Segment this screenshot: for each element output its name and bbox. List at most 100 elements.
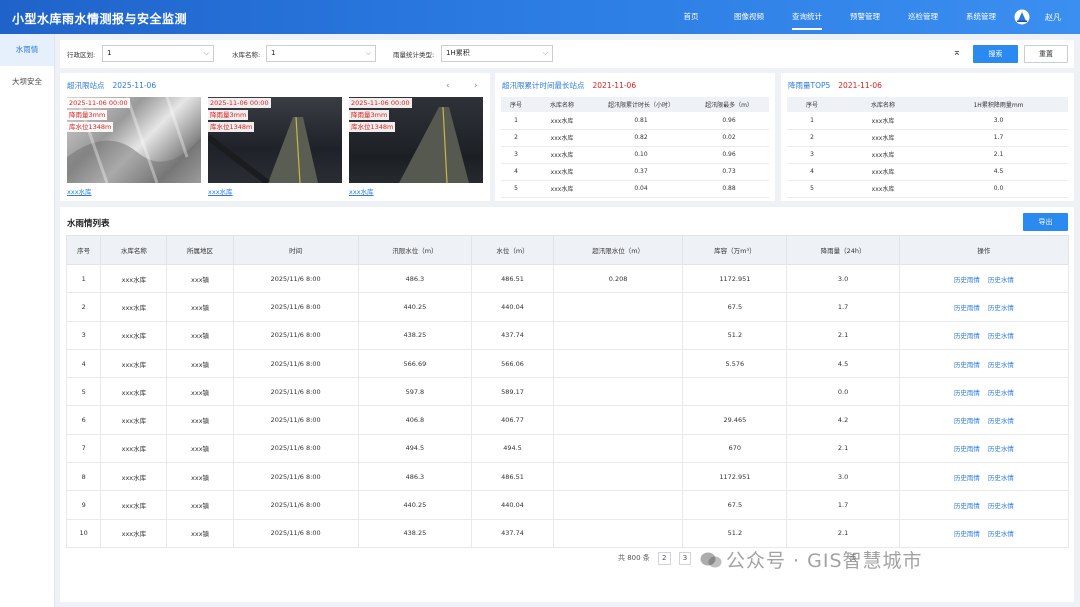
rain-type-select[interactable]: 1H累积 ⌵ bbox=[441, 45, 553, 62]
filter-bar: 行政区划: 1 ⌵ 水库名称: 1 ⌵ 雨量统计类型: 1H累积 ⌵ ⌅ 搜索 … bbox=[60, 40, 1074, 68]
table-cell: 4 bbox=[65, 348, 102, 379]
row-actions: 历史雨情 历史水情 bbox=[898, 405, 1070, 435]
page-3-button[interactable]: 3 bbox=[678, 552, 692, 565]
nav-query-stats[interactable]: 查询统计 bbox=[784, 0, 830, 34]
site-photo[interactable]: 2025-11-06 00:00 降雨量3mm 库水位1348m bbox=[349, 97, 483, 183]
history-rain-link[interactable]: 历史雨情 bbox=[954, 417, 980, 425]
history-rain-link[interactable]: 历史雨情 bbox=[954, 530, 980, 538]
sidebar-item-rain-water[interactable]: 水雨情 bbox=[0, 34, 54, 66]
photo-level: 库水位1348m bbox=[349, 122, 396, 132]
search-button[interactable]: 搜索 bbox=[973, 45, 1018, 63]
nav-inspection[interactable]: 巡检管理 bbox=[900, 0, 946, 34]
table-cell: 2025/11/6 8:00 bbox=[232, 263, 359, 294]
table-cell: xxx水库 bbox=[100, 518, 168, 548]
export-button[interactable]: 导出 bbox=[1023, 213, 1068, 231]
history-water-link[interactable]: 历史水情 bbox=[988, 474, 1014, 482]
table-cell: xxx镇 bbox=[166, 405, 234, 435]
site-photo[interactable]: 2025-11-06 00:00 降雨量3mm 库水位1348m bbox=[67, 97, 201, 183]
col-header: 水库名称 bbox=[100, 235, 168, 265]
photo-rain: 降雨量3mm bbox=[67, 110, 108, 120]
table-cell bbox=[552, 292, 684, 322]
table-cell: 0.73 bbox=[689, 163, 769, 181]
history-rain-link[interactable]: 历史雨情 bbox=[954, 304, 980, 312]
reset-button[interactable]: 重置 bbox=[1024, 45, 1068, 63]
rain-top5-row: 3 xxx水库 2.1 bbox=[787, 146, 1068, 164]
col-header: 序号 bbox=[501, 97, 531, 112]
table-row: 8 xxx水库 xxx镇 2025/11/6 8:00 486.3 486.51 1172.… bbox=[65, 462, 1070, 492]
history-rain-link[interactable]: 历史雨情 bbox=[954, 502, 980, 510]
rain-top5-row: 2 xxx水库 1.7 bbox=[787, 129, 1068, 147]
table-cell: 437.74 bbox=[471, 320, 554, 350]
next-arrow-icon[interactable]: › bbox=[474, 81, 478, 91]
table-cell: 6 bbox=[65, 405, 102, 435]
table-cell: 1172.951 bbox=[682, 263, 788, 294]
table-cell: 29.465 bbox=[682, 405, 788, 435]
photo-reservoir-link[interactable]: xxx水库 bbox=[349, 186, 374, 196]
table-cell: 2025/11/6 8:00 bbox=[232, 405, 359, 435]
table-cell: 2025/11/6 8:00 bbox=[232, 348, 359, 379]
panel-title: 超汛限站点 2025-11-06 bbox=[67, 80, 156, 91]
table-cell: 3.0 bbox=[786, 462, 900, 492]
panel-date: 2025-11-06 bbox=[112, 81, 157, 90]
history-water-link[interactable]: 历史水情 bbox=[988, 530, 1014, 538]
table-row: 9 xxx水库 xxx镇 2025/11/6 8:00 440.25 440.04 67.5… bbox=[65, 490, 1070, 520]
history-water-link[interactable]: 历史水情 bbox=[988, 502, 1014, 510]
history-rain-link[interactable]: 历史雨情 bbox=[954, 389, 980, 397]
row-actions: 历史雨情 历史水情 bbox=[898, 320, 1070, 350]
user-avatar-icon[interactable] bbox=[1014, 9, 1030, 25]
nav-warning[interactable]: 预警管理 bbox=[842, 0, 888, 34]
water-rain-table: 序号 水库名称 所属地区 时间 汛限水位（m） 水位（m） 超汛限水位（m） 库容（万m³）降… bbox=[65, 235, 1070, 548]
row-actions: 历史雨情 历史水情 bbox=[898, 462, 1070, 492]
reservoir-select[interactable]: 1 ⌵ bbox=[266, 45, 376, 62]
history-rain-link[interactable]: 历史雨情 bbox=[954, 276, 980, 284]
table-cell bbox=[552, 348, 684, 379]
history-rain-link[interactable]: 历史雨情 bbox=[954, 474, 980, 482]
history-rain-link[interactable]: 历史雨情 bbox=[954, 332, 980, 340]
history-rain-link[interactable]: 历史雨情 bbox=[954, 445, 980, 453]
table-cell: 9 bbox=[65, 490, 102, 520]
photo-reservoir-link[interactable]: xxx水库 bbox=[67, 186, 92, 196]
nav-home[interactable]: 首页 bbox=[668, 0, 714, 34]
table-cell: 4 bbox=[501, 163, 531, 181]
table-row: 1 xxx水库 xxx镇 2025/11/6 8:00 486.3 486.51 0.208… bbox=[65, 263, 1070, 294]
col-header: 水库名称 bbox=[531, 97, 593, 112]
region-select[interactable]: 1 ⌵ bbox=[102, 45, 214, 62]
table-cell: 486.3 bbox=[357, 263, 473, 294]
table-cell: 7 bbox=[65, 433, 102, 464]
table-cell: xxx镇 bbox=[166, 292, 234, 322]
table-cell: 4.5 bbox=[786, 348, 900, 379]
photo-reservoir-link[interactable]: xxx水库 bbox=[208, 186, 233, 196]
history-water-link[interactable]: 历史水情 bbox=[988, 389, 1014, 397]
table-cell: 2.1 bbox=[786, 433, 900, 464]
prev-arrow-icon[interactable]: ‹ bbox=[446, 81, 450, 91]
nav-system[interactable]: 系统管理 bbox=[958, 0, 1004, 34]
user-name[interactable]: 赵凡 bbox=[1045, 12, 1061, 23]
history-water-link[interactable]: 历史水情 bbox=[988, 276, 1014, 284]
table-cell: 2025/11/6 8:00 bbox=[232, 518, 359, 548]
table-cell: 0.82 bbox=[593, 129, 689, 147]
history-rain-link[interactable]: 历史雨情 bbox=[954, 361, 980, 369]
table-cell: xxx水库 bbox=[531, 163, 593, 181]
table-cell: 1.7 bbox=[929, 129, 1068, 147]
table-cell: xxx水库 bbox=[100, 263, 168, 294]
table-cell: 3.0 bbox=[786, 263, 900, 294]
sidebar-item-dam-safety[interactable]: 大坝安全 bbox=[0, 66, 54, 98]
history-water-link[interactable]: 历史水情 bbox=[988, 361, 1014, 369]
table-cell: 8 bbox=[65, 462, 102, 492]
history-water-link[interactable]: 历史水情 bbox=[988, 445, 1014, 453]
panel-title-text: 降雨量TOP5 bbox=[788, 81, 831, 90]
site-photo[interactable]: 2025-11-06 00:00 降雨量3mm 库水位1348m bbox=[208, 97, 342, 183]
history-water-link[interactable]: 历史水情 bbox=[988, 417, 1014, 425]
page-2-button[interactable]: 2 bbox=[658, 552, 671, 565]
table-header-row: 序号 水库名称 所属地区 时间 汛限水位（m） 水位（m） 超汛限水位（m） 库容（万m³）降… bbox=[65, 235, 1070, 265]
table-cell bbox=[552, 433, 684, 464]
collapse-icon[interactable]: ⌅ bbox=[950, 46, 964, 60]
nav-image-video[interactable]: 图像视频 bbox=[726, 0, 772, 34]
table-cell: 2025/11/6 8:00 bbox=[232, 377, 359, 407]
table-cell: 2 bbox=[65, 292, 102, 322]
table-cell: xxx镇 bbox=[166, 462, 234, 492]
history-water-link[interactable]: 历史水情 bbox=[988, 304, 1014, 312]
row-actions: 历史雨情 历史水情 bbox=[898, 348, 1070, 379]
col-header: 序号 bbox=[65, 235, 102, 265]
history-water-link[interactable]: 历史水情 bbox=[988, 332, 1014, 340]
